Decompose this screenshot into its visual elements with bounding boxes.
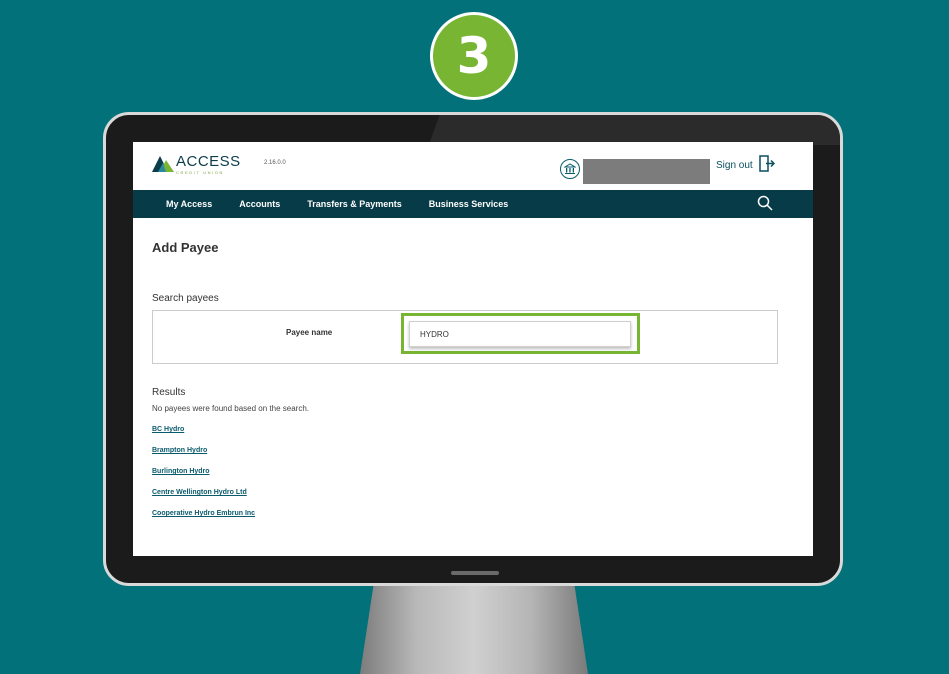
nav-item-accounts[interactable]: Accounts (239, 199, 280, 209)
bank-building-icon[interactable] (560, 159, 580, 179)
search-icon[interactable] (757, 195, 773, 211)
monitor-screen: ACCESS CREDIT UNION 2.16.0.0 Sign out My… (133, 142, 813, 556)
monitor-slot (451, 571, 499, 575)
result-link[interactable]: Cooperative Hydro Embrun Inc (152, 510, 255, 517)
result-link[interactable]: Centre Wellington Hydro Ltd (152, 489, 247, 496)
nav-item-business-services[interactable]: Business Services (429, 199, 509, 209)
results-title: Results (152, 387, 186, 398)
page-title: Add Payee (152, 240, 219, 255)
monitor-glare (428, 115, 840, 145)
redacted-account-name (583, 159, 710, 184)
step-number-badge: 3 (430, 12, 518, 100)
main-nav: My Access Accounts Transfers & Payments … (133, 190, 813, 218)
result-link[interactable]: Burlington Hydro (152, 468, 210, 475)
payee-name-input[interactable] (409, 321, 631, 347)
nav-item-my-access[interactable]: My Access (166, 199, 212, 209)
no-results-message: No payees were found based on the search… (152, 404, 309, 413)
sign-out-link[interactable]: Sign out (716, 160, 753, 171)
logo-title: ACCESS (176, 153, 241, 170)
payee-name-label: Payee name (286, 328, 333, 337)
version-label: 2.16.0.0 (264, 160, 286, 166)
monitor-stand (360, 584, 588, 674)
search-payees-label: Search payees (152, 293, 219, 304)
exit-door-icon[interactable] (758, 155, 775, 172)
logo-subtitle: CREDIT UNION (176, 170, 225, 175)
result-link[interactable]: Brampton Hydro (152, 447, 207, 454)
access-logo[interactable]: ACCESS CREDIT UNION (152, 154, 241, 175)
nav-item-transfers-payments[interactable]: Transfers & Payments (307, 199, 402, 209)
logo-mark-icon (152, 156, 174, 172)
result-link[interactable]: BC Hydro (152, 426, 184, 433)
app-header: ACCESS CREDIT UNION 2.16.0.0 Sign out (133, 142, 813, 190)
search-payees-panel: Payee name (152, 310, 778, 364)
input-highlight (401, 313, 640, 354)
